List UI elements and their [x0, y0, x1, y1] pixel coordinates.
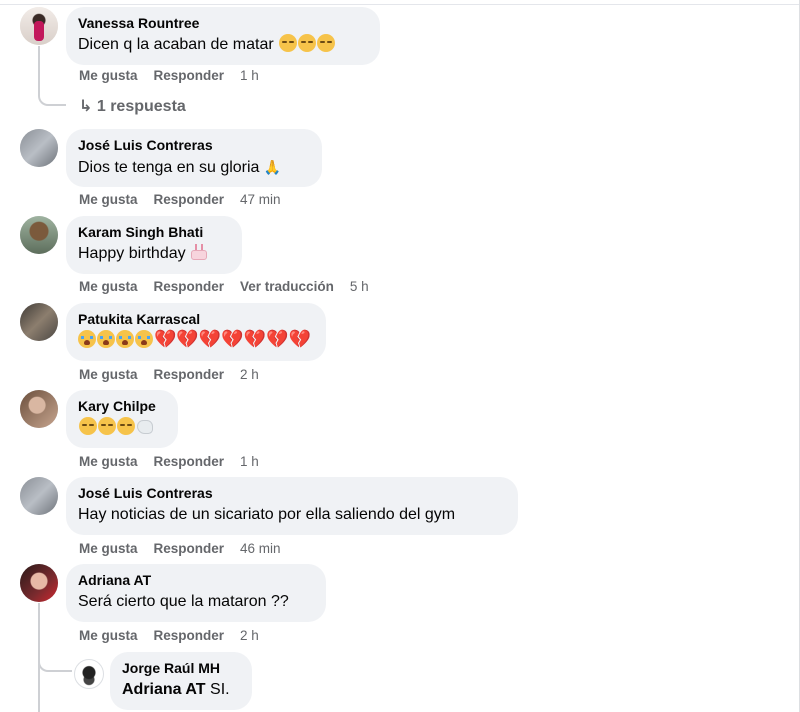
avatar[interactable]	[20, 303, 58, 341]
comment-author[interactable]: Adriana AT	[78, 572, 314, 589]
comment-text	[78, 417, 166, 439]
reply-button[interactable]: Responder	[154, 541, 225, 556]
comment-actions: Me gusta Responder 1 h	[79, 454, 275, 470]
like-button[interactable]: Me gusta	[79, 367, 138, 382]
comment-author[interactable]: Vanessa Rountree	[78, 15, 368, 32]
comment-author[interactable]: Patukita Karrascal	[78, 311, 314, 328]
avatar[interactable]	[20, 477, 58, 515]
avatar[interactable]	[74, 659, 104, 689]
comment-actions: Me gusta Responder 47 min	[79, 192, 297, 208]
comment-actions: Me gusta Responder 2 h	[79, 628, 275, 644]
comment-actions: Me gusta Responder 2 h	[79, 367, 275, 383]
like-button[interactable]: Me gusta	[79, 454, 138, 469]
comment-author[interactable]: José Luis Contreras	[78, 137, 310, 154]
timestamp[interactable]: 1 h	[240, 68, 259, 83]
comment-bubble: Jorge Raúl MH Adriana AT SI.	[110, 652, 252, 710]
top-divider	[0, 4, 800, 5]
comment-text: Hay noticias de un sicariato por ella sa…	[78, 506, 456, 523]
birthday-cake-icon	[190, 244, 208, 260]
reply-button[interactable]: Responder	[154, 279, 225, 294]
thread-curve	[38, 86, 66, 106]
comment-author[interactable]: Jorge Raúl MH	[122, 660, 240, 677]
crying-face-icon	[135, 330, 153, 348]
sad-face-icon	[79, 417, 97, 435]
comment-text: Será cierto que la mataron ??	[78, 593, 289, 610]
like-button[interactable]: Me gusta	[79, 279, 138, 294]
broken-heart-icon: 💔	[154, 329, 177, 349]
comment-actions: Me gusta Responder 1 h	[79, 68, 275, 84]
like-button[interactable]: Me gusta	[79, 192, 138, 207]
comment-author[interactable]: José Luis Contreras	[78, 485, 506, 502]
praying-hands-icon: 🙏	[263, 159, 282, 175]
broken-heart-icon: 💔	[243, 329, 267, 349]
comment-bubble: José Luis Contreras Hay noticias de un s…	[66, 477, 518, 535]
timestamp[interactable]: 5 h	[350, 279, 369, 294]
sad-face-icon	[317, 34, 336, 52]
avatar[interactable]	[20, 129, 58, 167]
comment-bubble: Adriana AT Será cierto que la mataron ??	[66, 564, 326, 622]
comment-bubble: Vanessa Rountree Dicen q la acaban de ma…	[66, 7, 380, 65]
broken-heart-icon: 💔	[266, 329, 289, 349]
reply-button[interactable]: Responder	[154, 192, 225, 207]
comment-text: Happy birthday	[78, 243, 230, 265]
timestamp[interactable]: 2 h	[240, 628, 259, 643]
avatar[interactable]	[20, 7, 58, 45]
sad-face-icon	[117, 417, 135, 435]
like-button[interactable]: Me gusta	[79, 68, 138, 83]
broken-heart-icon: 💔	[198, 329, 222, 349]
see-translation-button[interactable]: Ver traducción	[240, 279, 334, 294]
broken-heart-icon: 💔	[288, 329, 311, 349]
timestamp[interactable]: 2 h	[240, 367, 259, 382]
comment-text-body: Happy birthday	[78, 245, 186, 262]
comment-bubble: Patukita Karrascal 💔💔💔💔💔💔💔	[66, 303, 326, 361]
avatar[interactable]	[20, 564, 58, 602]
comment-actions: Me gusta Responder Ver traducción 5 h	[79, 279, 385, 295]
broken-heart-icon: 💔	[221, 329, 244, 349]
comment-bubble: José Luis Contreras Dios te tenga en su …	[66, 129, 322, 187]
timestamp[interactable]: 46 min	[240, 541, 281, 556]
thread-line	[38, 46, 40, 90]
comment-text-body: Dios te tenga en su gloria	[78, 159, 260, 176]
sad-face-icon	[98, 417, 116, 435]
timestamp[interactable]: 1 h	[240, 454, 259, 469]
view-replies-link[interactable]: ↳ 1 respuesta	[79, 96, 186, 116]
comment-text: Dios te tenga en su gloria 🙏	[78, 156, 310, 179]
comment-bubble: Karam Singh Bhati Happy birthday	[66, 216, 242, 274]
reply-button[interactable]: Responder	[154, 454, 225, 469]
like-button[interactable]: Me gusta	[79, 541, 138, 556]
comment-author[interactable]: Kary Chilpe	[78, 398, 166, 415]
comment-text: Dicen q la acaban de matar	[78, 34, 368, 56]
sad-face-icon	[279, 34, 298, 52]
sad-face-icon	[298, 34, 317, 52]
crying-face-icon	[116, 330, 134, 348]
reply-button[interactable]: Responder	[154, 628, 225, 643]
comment-bubble: Kary Chilpe	[66, 390, 178, 448]
comment-actions: Me gusta Responder 46 min	[79, 541, 297, 557]
comment-text-body: Dicen q la acaban de matar	[78, 36, 274, 53]
thread-curve	[38, 650, 72, 672]
broken-heart-icon: 💔	[176, 329, 199, 349]
comment-text: 💔💔💔💔💔💔💔	[78, 330, 314, 352]
comment-text: Adriana AT SI.	[122, 679, 240, 701]
avatar[interactable]	[20, 216, 58, 254]
avatar[interactable]	[20, 390, 58, 428]
reply-button[interactable]: Responder	[154, 367, 225, 382]
comment-author[interactable]: Karam Singh Bhati	[78, 224, 230, 241]
timestamp[interactable]: 47 min	[240, 192, 281, 207]
dove-icon	[137, 420, 153, 434]
crying-face-icon	[78, 330, 96, 348]
comment-text-body: SI.	[210, 681, 230, 698]
crying-face-icon	[97, 330, 115, 348]
like-button[interactable]: Me gusta	[79, 628, 138, 643]
reply-button[interactable]: Responder	[154, 68, 225, 83]
reply-arrow-icon: ↳	[79, 98, 93, 115]
mention-link[interactable]: Adriana AT	[122, 681, 206, 698]
replies-count: 1 respuesta	[96, 98, 186, 115]
